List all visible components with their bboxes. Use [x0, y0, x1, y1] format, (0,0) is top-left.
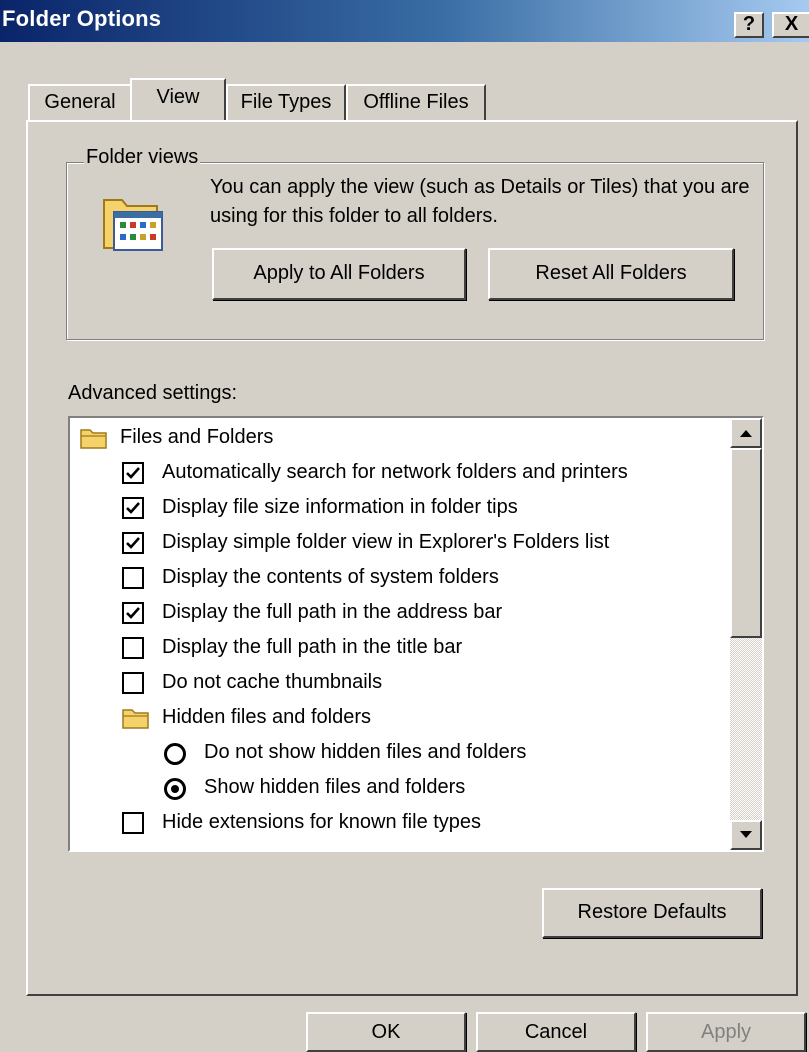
advanced-settings-list[interactable]: Files and Folders Automatically search f…: [68, 416, 764, 852]
folder-view-icon: [100, 192, 164, 254]
checkbox-unchecked[interactable]: [122, 672, 144, 694]
advanced-settings-label: Advanced settings:: [68, 382, 237, 404]
reset-all-folders-button[interactable]: Reset All Folders: [488, 248, 734, 300]
list-item-label: Do not show hidden files and folders: [204, 741, 527, 763]
checkbox-checked[interactable]: [122, 532, 144, 554]
checkbox-checked[interactable]: [122, 602, 144, 624]
radio-unselected[interactable]: [164, 743, 186, 765]
ok-button[interactable]: OK: [306, 1012, 466, 1052]
checkbox-unchecked[interactable]: [122, 567, 144, 589]
list-item[interactable]: Do not show hidden files and folders: [70, 735, 730, 770]
scroll-up-button[interactable]: [730, 418, 762, 448]
list-item-label: Files and Folders: [120, 426, 274, 448]
cancel-button[interactable]: Cancel: [476, 1012, 636, 1052]
radio-selected[interactable]: [164, 778, 186, 800]
tab-general[interactable]: General: [28, 84, 132, 120]
arrow-up-icon: [740, 430, 752, 437]
list-item-label: Display the contents of system folders: [162, 566, 499, 588]
scroll-thumb[interactable]: [730, 448, 762, 638]
window-title: Folder Options: [2, 6, 162, 31]
close-button[interactable]: X: [772, 12, 809, 38]
list-item-label: Do not cache thumbnails: [162, 671, 383, 693]
list-item-label: Hide extensions for known file types: [162, 811, 482, 833]
folder-views-legend: Folder views: [84, 146, 201, 169]
list-item[interactable]: Do not cache thumbnails: [70, 665, 730, 700]
arrow-down-icon: [740, 831, 752, 838]
checkbox-unchecked[interactable]: [122, 812, 144, 834]
list-item: Hidden files and folders: [70, 700, 730, 735]
restore-defaults-button[interactable]: Restore Defaults: [542, 888, 762, 938]
list-item[interactable]: Display the full path in the address bar: [70, 595, 730, 630]
list-item-label: Show hidden files and folders: [204, 776, 466, 798]
apply-button[interactable]: Apply: [646, 1012, 806, 1052]
list-item-label: Automatically search for network folders…: [162, 461, 628, 483]
list-item[interactable]: Display simple folder view in Explorer's…: [70, 525, 730, 560]
folder-views-description: You can apply the view (such as Details …: [210, 176, 750, 227]
list-item[interactable]: Hide extensions for known file types: [70, 805, 730, 840]
vertical-scrollbar[interactable]: [730, 418, 762, 850]
tab-offline-files[interactable]: Offline Files: [346, 84, 486, 120]
list-item-label: Display file size information in folder …: [162, 496, 518, 518]
list-item[interactable]: Display the full path in the title bar: [70, 630, 730, 665]
tab-file-types[interactable]: File Types: [226, 84, 346, 120]
list-item-label: Display the full path in the address bar: [162, 601, 503, 623]
list-item[interactable]: Automatically search for network folders…: [70, 455, 730, 490]
checkbox-unchecked[interactable]: [122, 637, 144, 659]
list-item: Files and Folders: [70, 420, 730, 455]
list-item[interactable]: Display file size information in folder …: [70, 490, 730, 525]
scroll-down-button[interactable]: [730, 820, 762, 850]
list-item[interactable]: Display the contents of system folders: [70, 560, 730, 595]
help-button[interactable]: ?: [734, 12, 764, 38]
title-bar[interactable]: Folder Options ? X: [0, 0, 809, 42]
checkbox-checked[interactable]: [122, 462, 144, 484]
list-item-label: Hidden files and folders: [162, 706, 372, 728]
list-item-label: Display simple folder view in Explorer's…: [162, 531, 610, 553]
list-item-label: Display the full path in the title bar: [162, 636, 463, 658]
tab-view[interactable]: View: [130, 78, 226, 120]
apply-to-all-folders-button[interactable]: Apply to All Folders: [212, 248, 466, 300]
list-item[interactable]: Show hidden files and folders: [70, 770, 730, 805]
radio-dot-icon: [171, 785, 179, 793]
checkbox-checked[interactable]: [122, 497, 144, 519]
